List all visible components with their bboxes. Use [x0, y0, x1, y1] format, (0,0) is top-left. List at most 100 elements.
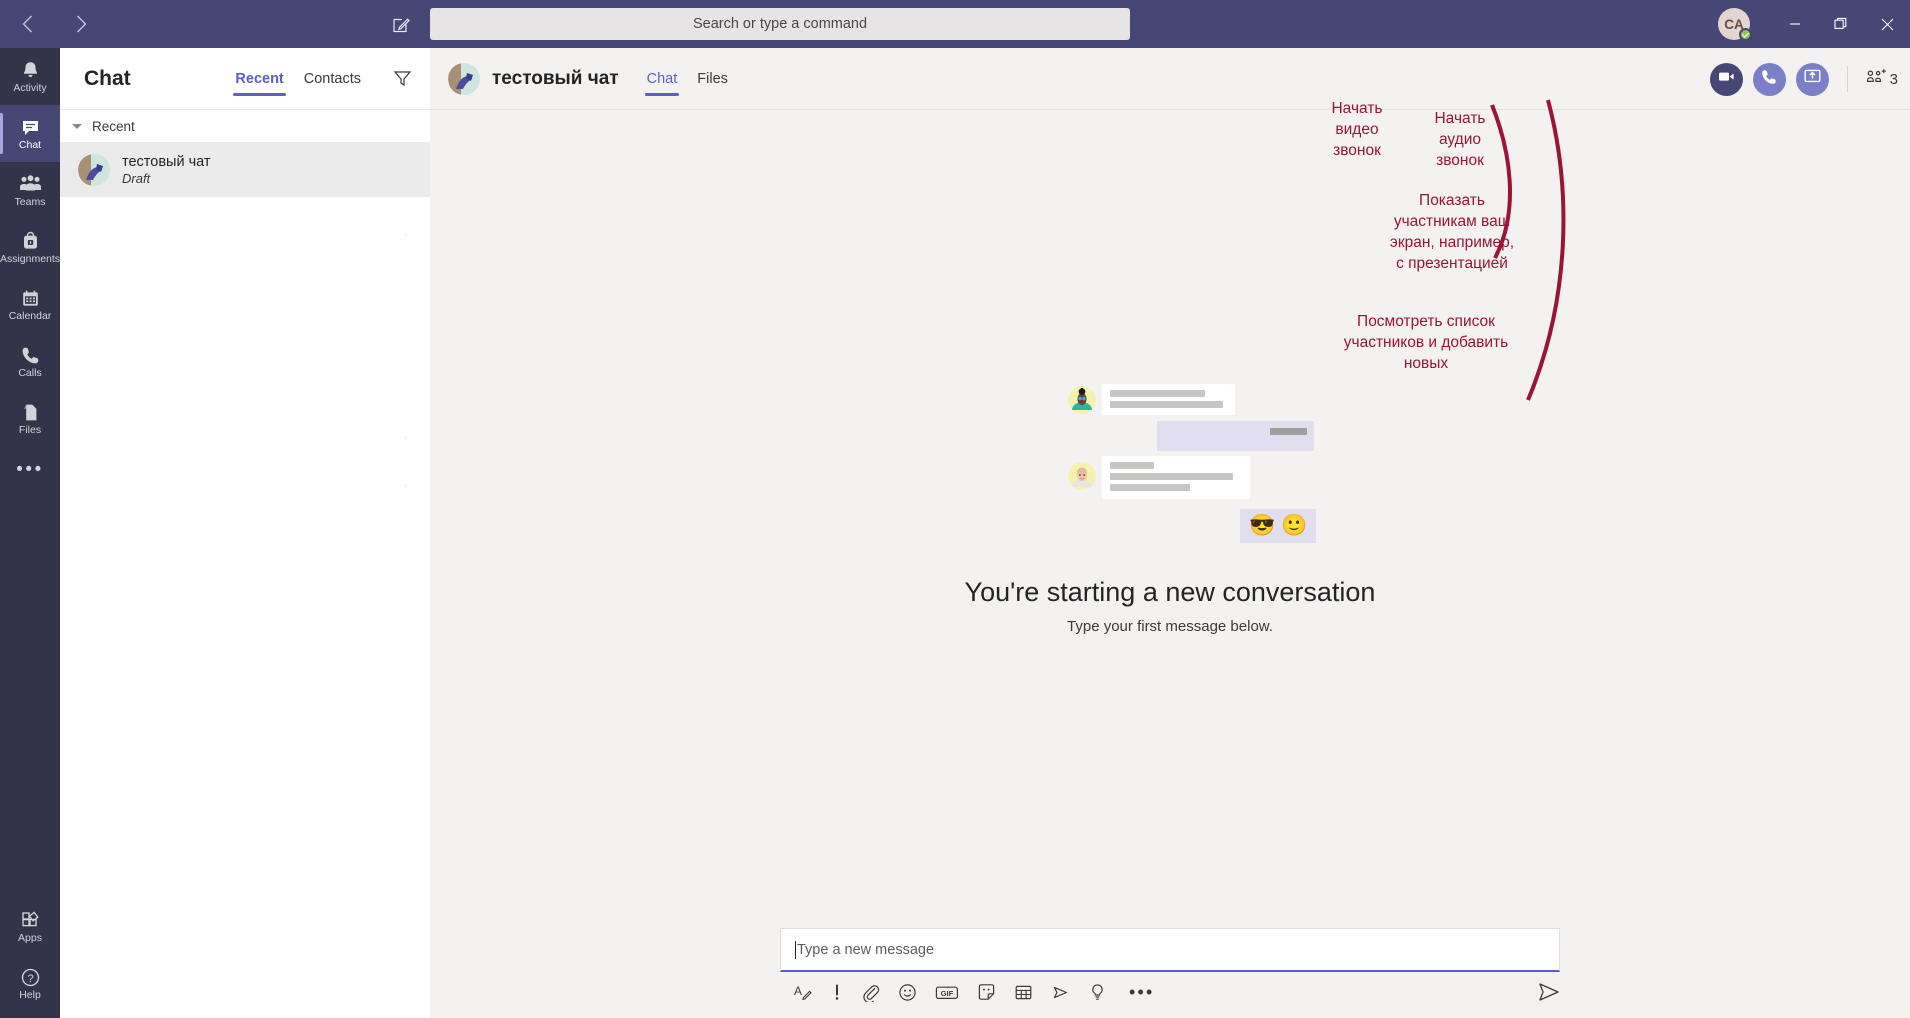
emoji-icon[interactable]: [898, 983, 917, 1002]
back-icon[interactable]: [14, 11, 40, 37]
add-people-icon: [1866, 68, 1887, 91]
praise-icon[interactable]: [1088, 983, 1107, 1002]
sidebar-item-calendar[interactable]: Calendar: [0, 276, 60, 333]
sidebar-more-apps-button[interactable]: •••: [0, 447, 60, 493]
divider: [1846, 66, 1848, 92]
bell-icon: [20, 59, 41, 81]
recent-group-label: Recent: [92, 118, 135, 134]
video-icon: [1717, 67, 1736, 91]
send-button[interactable]: [1538, 982, 1560, 1002]
search-input[interactable]: Search or type a command: [430, 8, 1130, 40]
illustration-bubble-received: [1102, 383, 1235, 415]
message-placeholder: Type a new message: [797, 941, 935, 958]
sidebar-item-label: Chat: [18, 139, 42, 151]
illustration-bar: [1110, 483, 1190, 491]
tab-recent[interactable]: Recent: [225, 48, 293, 110]
tab-files[interactable]: Files: [687, 48, 738, 110]
illustration-bubble-sent: [1157, 420, 1314, 451]
help-icon: ?: [20, 966, 41, 988]
minimize-button[interactable]: [1772, 0, 1818, 48]
text-cursor: [795, 940, 796, 959]
tab-contacts[interactable]: Contacts: [294, 48, 371, 110]
recent-group-header[interactable]: Recent: [60, 110, 430, 142]
avatar[interactable]: CA: [1718, 8, 1752, 41]
list-item-meta: тестовый чат Draft: [122, 154, 211, 186]
sidebar-item-label: Calendar: [8, 310, 52, 322]
people-count: 3: [1889, 70, 1898, 88]
conversation-actions: 3: [1709, 48, 1904, 110]
title-bar: Search or type a command CA: [0, 0, 1910, 48]
share-screen-icon: [1803, 67, 1822, 91]
sidebar-item-activity[interactable]: Activity: [0, 48, 60, 105]
conversation-header: тестовый чат Chat Files 3: [430, 48, 1910, 110]
close-button[interactable]: [1864, 0, 1910, 48]
sidebar-item-chat[interactable]: Chat: [0, 105, 60, 162]
format-text-icon[interactable]: A: [794, 983, 813, 1002]
list-item[interactable]: тестовый чат Draft: [60, 142, 430, 197]
paperclip-icon[interactable]: [861, 983, 880, 1002]
sidebar-item-files[interactable]: Files: [0, 390, 60, 447]
phone-icon: [1760, 68, 1778, 91]
ellipsis-icon[interactable]: •••: [1129, 982, 1155, 1003]
conversation-avatar: [448, 62, 480, 95]
tab-chat[interactable]: Chat: [637, 48, 688, 110]
svg-text:A: A: [794, 984, 802, 998]
chat-list-tabs: Recent Contacts: [225, 48, 416, 110]
important-icon[interactable]: [831, 983, 843, 1002]
illustration-avatar: [1068, 461, 1096, 490]
people-icon: [19, 173, 42, 195]
scroll-marker: ·: [404, 480, 408, 492]
smile-emoji: 🙂: [1281, 513, 1308, 537]
chat-list-pane: Chat Recent Contacts Recent тестовый чат…: [60, 48, 430, 1018]
empty-state-subtitle: Type your first message below.: [1067, 617, 1273, 635]
maximize-button[interactable]: [1818, 0, 1864, 48]
sidebar-item-help[interactable]: ? Help: [0, 955, 60, 1012]
illustration-bubble-emoji: 😎 🙂: [1240, 508, 1317, 543]
sidebar-item-label: Teams: [14, 196, 46, 208]
avatar: [78, 153, 110, 186]
compose-toolbar: A GIF •••: [780, 972, 1560, 1012]
teams-window: Search or type a command CA Activity Cha…: [0, 0, 1910, 1018]
phone-icon: [20, 344, 41, 366]
add-people-button[interactable]: 3: [1866, 68, 1904, 91]
illustration-bar: [1110, 472, 1233, 480]
search-placeholder: Search or type a command: [692, 16, 868, 32]
sidebar-item-teams[interactable]: Teams: [0, 162, 60, 219]
main-conversation-pane: тестовый чат Chat Files 3 😎 🙂 You're sta…: [430, 48, 1910, 1018]
scroll-marker: ·: [404, 432, 408, 444]
list-item-title: тестовый чат: [122, 153, 211, 170]
new-conversation-illustration: 😎 🙂: [1050, 374, 1317, 559]
list-item-subtitle: Draft: [122, 170, 151, 186]
forward-icon[interactable]: [68, 11, 94, 37]
presence-available-icon: [1739, 28, 1752, 41]
file-icon: [20, 401, 41, 423]
audio-call-button[interactable]: [1752, 62, 1786, 96]
sidebar-item-apps[interactable]: Apps: [0, 898, 60, 955]
meet-now-icon[interactable]: [1014, 983, 1033, 1002]
video-call-button[interactable]: [1709, 62, 1743, 96]
message-input[interactable]: Type a new message: [780, 928, 1560, 972]
compose-new-chat-icon[interactable]: [389, 12, 413, 36]
sidebar-item-assignments[interactable]: Assignments: [0, 219, 60, 276]
conversation-tabs: Chat Files: [637, 48, 738, 110]
sidebar-item-label: Files: [18, 424, 42, 436]
sticker-icon[interactable]: [977, 983, 996, 1002]
svg-text:?: ?: [27, 972, 33, 984]
chevron-down-icon: [72, 124, 82, 129]
scroll-marker: ·: [404, 229, 408, 241]
svg-text:GIF: GIF: [941, 989, 954, 998]
stream-icon[interactable]: [1051, 983, 1070, 1002]
filter-icon[interactable]: [393, 69, 412, 88]
calendar-icon: [20, 287, 41, 309]
chat-bubble-icon: [20, 116, 41, 138]
empty-conversation-state: 😎 🙂 You're starting a new conversation T…: [430, 110, 1910, 1018]
window-controls-group: CA: [1718, 0, 1910, 48]
sidebar-item-label: Calls: [18, 367, 42, 379]
sidebar-item-calls[interactable]: Calls: [0, 333, 60, 390]
gif-icon[interactable]: GIF: [935, 983, 959, 1002]
share-screen-button[interactable]: [1795, 62, 1829, 96]
chat-list-scroll-region: · · ·: [60, 197, 430, 1018]
page-title: Chat: [84, 66, 131, 90]
sidebar-item-label: Activity: [13, 82, 47, 94]
sunglasses-emoji: 😎: [1249, 513, 1276, 537]
